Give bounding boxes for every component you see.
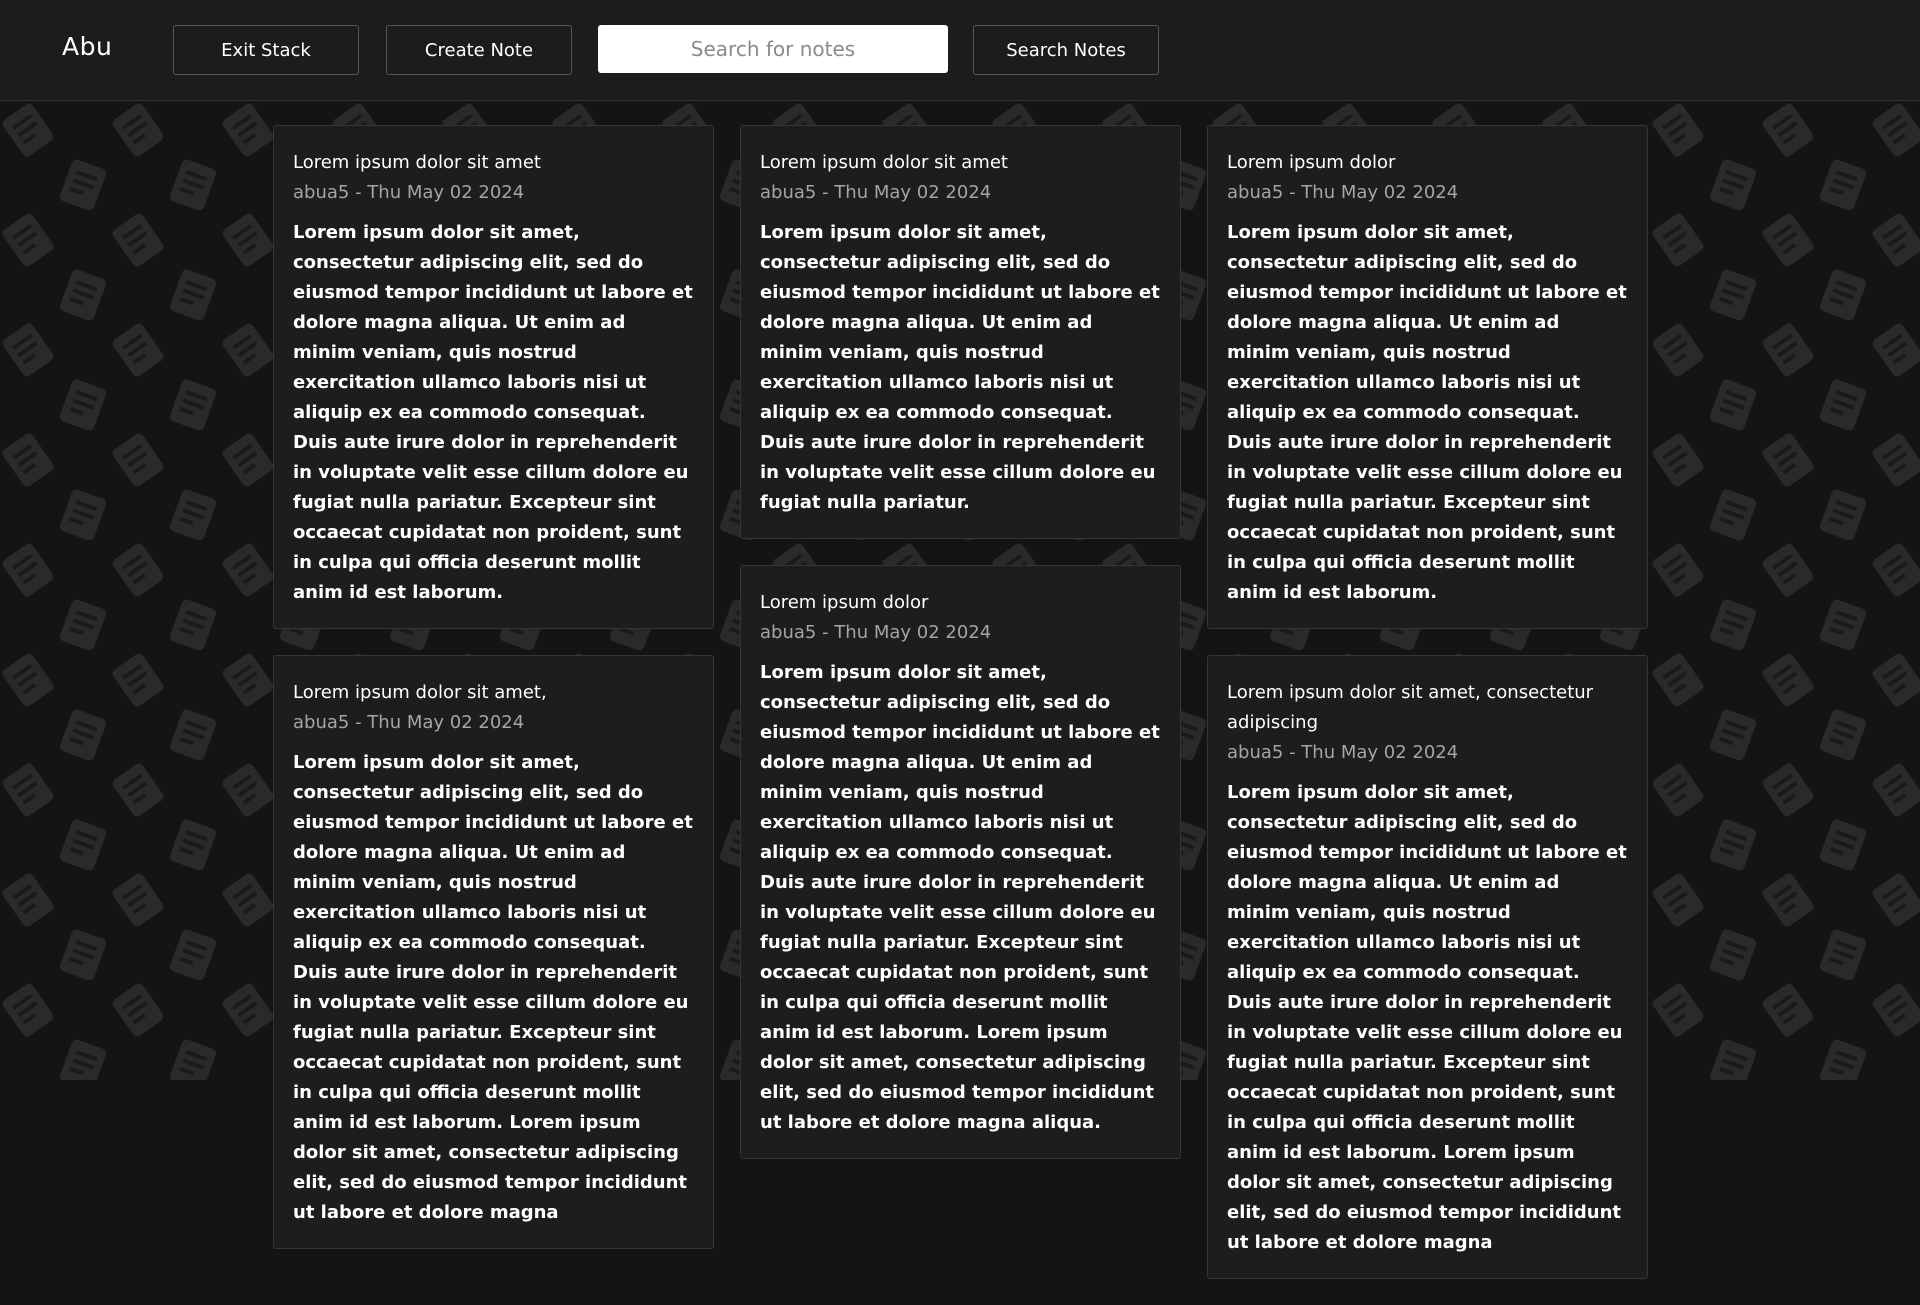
note-meta: abua5 - Thu May 02 2024 — [293, 712, 525, 733]
note-body: Lorem ipsum dolor sit amet, consectetur … — [1227, 222, 1627, 603]
note-title: Lorem ipsum dolor sit amet, consectetur … — [1227, 682, 1594, 733]
note-body: Lorem ipsum dolor sit amet, consectetur … — [1227, 782, 1627, 1253]
note-meta: abua5 - Thu May 02 2024 — [760, 622, 992, 643]
note-card[interactable]: Lorem ipsum dolor sit amet, abua5 - Thu … — [273, 655, 714, 1249]
note-title: Lorem ipsum dolor — [760, 592, 929, 613]
note-meta: abua5 - Thu May 02 2024 — [1227, 182, 1459, 203]
notes-column-1: Lorem ipsum dolor sit amet abua5 - Thu M… — [273, 125, 714, 1275]
note-title: Lorem ipsum dolor sit amet — [293, 152, 541, 173]
search-notes-button[interactable]: Search Notes — [973, 25, 1159, 75]
exit-stack-button[interactable]: Exit Stack — [173, 25, 359, 75]
note-title: Lorem ipsum dolor — [1227, 152, 1396, 173]
note-body: Lorem ipsum dolor sit amet, consectetur … — [760, 662, 1160, 1133]
note-body: Lorem ipsum dolor sit amet, consectetur … — [293, 222, 693, 603]
notes-column-3: Lorem ipsum dolor abua5 - Thu May 02 202… — [1207, 125, 1648, 1305]
top-navbar: Abu Exit Stack Create Note Search Notes — [0, 0, 1920, 101]
note-meta: abua5 - Thu May 02 2024 — [293, 182, 525, 203]
note-body: Lorem ipsum dolor sit amet, consectetur … — [293, 752, 693, 1223]
note-meta: abua5 - Thu May 02 2024 — [1227, 742, 1459, 763]
note-card[interactable]: Lorem ipsum dolor sit amet, consectetur … — [1207, 655, 1648, 1279]
note-card[interactable]: Lorem ipsum dolor sit amet abua5 - Thu M… — [273, 125, 714, 629]
note-card[interactable]: Lorem ipsum dolor abua5 - Thu May 02 202… — [1207, 125, 1648, 629]
brand-name[interactable]: Abu — [62, 32, 112, 61]
note-meta: abua5 - Thu May 02 2024 — [760, 182, 992, 203]
note-title: Lorem ipsum dolor sit amet — [760, 152, 1008, 173]
note-card[interactable]: Lorem ipsum dolor sit amet abua5 - Thu M… — [740, 125, 1181, 539]
notes-column-2: Lorem ipsum dolor sit amet abua5 - Thu M… — [740, 125, 1181, 1185]
create-note-button[interactable]: Create Note — [386, 25, 572, 75]
search-notes-input[interactable] — [598, 25, 948, 73]
note-title: Lorem ipsum dolor sit amet, — [293, 682, 547, 703]
note-card[interactable]: Lorem ipsum dolor abua5 - Thu May 02 202… — [740, 565, 1181, 1159]
note-body: Lorem ipsum dolor sit amet, consectetur … — [760, 222, 1160, 513]
